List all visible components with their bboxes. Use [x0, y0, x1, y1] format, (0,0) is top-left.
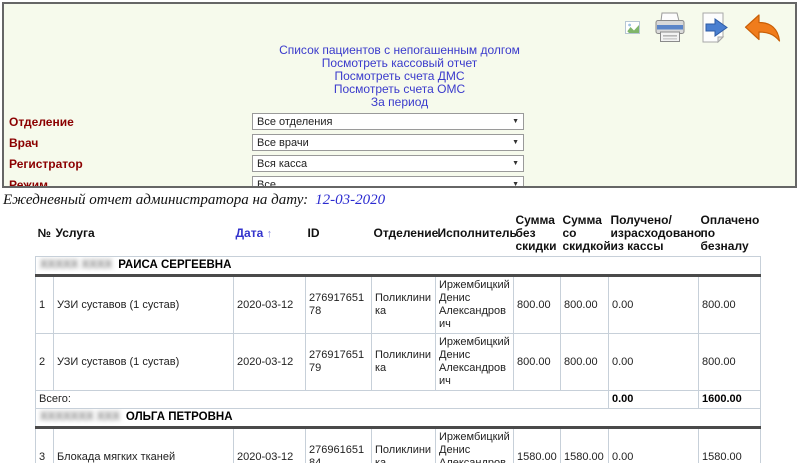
cell-department: Поликлиника — [372, 428, 436, 463]
filter-row-registrar: Регистратор Вся касса ▼ — [4, 153, 795, 174]
cell-service: УЗИ суставов (1 сустав) — [54, 334, 234, 391]
table-header-row: № Услуга Дата ↑ ID Отделение Исполнитель… — [36, 213, 761, 257]
registrar-select[interactable]: Вся касса ▼ — [252, 155, 524, 172]
col-header-performer: Исполнитель — [436, 213, 514, 257]
table-row: 1 УЗИ суставов (1 сустав) 2020-03-12 276… — [36, 276, 761, 334]
cell-date: 2020-03-12 — [234, 428, 306, 463]
report-title-text: Ежедневный отчет администратора на дату: — [3, 192, 308, 208]
filter-row-mode: Режим Все ▼ — [4, 174, 795, 188]
doctor-select[interactable]: Все врачи ▼ — [252, 134, 524, 151]
redacted-surname: ХХХХХ ХХХХ — [40, 259, 112, 271]
registrar-label: Регистратор — [9, 157, 252, 171]
cell-date: 2020-03-12 — [234, 334, 306, 391]
cell-cashless: 1580.00 — [699, 428, 761, 463]
toolbar — [625, 12, 781, 43]
export-icon[interactable] — [700, 12, 731, 43]
mode-select-value: Все — [257, 179, 512, 189]
cell-sum-no-discount: 800.00 — [514, 276, 561, 334]
department-label: Отделение — [9, 115, 252, 129]
filter-panel: Список пациентов с непогашенным долгом П… — [2, 2, 797, 188]
cell-cash: 0.00 — [609, 276, 699, 334]
sort-asc-icon: ↑ — [267, 228, 273, 240]
doctor-label: Врач — [9, 136, 252, 150]
daily-report-table: № Услуга Дата ↑ ID Отделение Исполнитель… — [35, 213, 761, 463]
col-header-department: Отделение — [372, 213, 436, 257]
chevron-down-icon: ▼ — [512, 118, 519, 125]
col-header-id: ID — [306, 213, 372, 257]
table-row: 3 Блокада мягких тканей 2020-03-12 27696… — [36, 428, 761, 463]
col-header-cash: Получено/ израсходовано из кассы — [609, 213, 699, 257]
report-links: Список пациентов с непогашенным долгом П… — [4, 44, 795, 109]
col-header-num: № — [36, 213, 54, 257]
cell-performer: Иржембицкий Денис Александрович — [436, 276, 514, 334]
patient-name: ХХХХХХХ ХХХ ОЛЬГА ПЕТРОВНА — [36, 409, 761, 428]
patient-name-visible: ОЛЬГА ПЕТРОВНА — [126, 411, 233, 423]
back-icon[interactable] — [744, 13, 781, 43]
patient-name: ХХХХХ ХХХХ РАИСА СЕРГЕЕВНА — [36, 257, 761, 276]
cell-performer: Иржембицкий Денис Александрович — [436, 334, 514, 391]
cell-id: 27691765179 — [306, 334, 372, 391]
group-total-row: Всего: 0.00 1600.00 — [36, 391, 761, 409]
cell-num: 1 — [36, 276, 54, 334]
registrar-select-value: Вся касса — [257, 158, 512, 170]
redacted-surname: ХХХХХХХ ХХХ — [40, 411, 120, 423]
chevron-down-icon: ▼ — [512, 181, 519, 188]
department-select[interactable]: Все отделения ▼ — [252, 113, 524, 130]
cell-num: 2 — [36, 334, 54, 391]
link-period[interactable]: За период — [4, 96, 795, 109]
cell-sum-no-discount: 1580.00 — [514, 428, 561, 463]
col-header-service: Услуга — [54, 213, 234, 257]
cell-id: 27696165184 — [306, 428, 372, 463]
cell-sum-with-discount: 800.00 — [561, 334, 609, 391]
filter-row-doctor: Врач Все врачи ▼ — [4, 132, 795, 153]
mode-select[interactable]: Все ▼ — [252, 176, 524, 188]
table-row: 2 УЗИ суставов (1 сустав) 2020-03-12 276… — [36, 334, 761, 391]
cell-department: Поликлиника — [372, 334, 436, 391]
doctor-select-value: Все врачи — [257, 137, 512, 149]
filters: Отделение Все отделения ▼ Врач Все врачи… — [4, 111, 795, 188]
cell-department: Поликлиника — [372, 276, 436, 334]
cell-cashless: 800.00 — [699, 276, 761, 334]
col-header-cashless: Оплачено по безналу — [699, 213, 761, 257]
filter-row-department: Отделение Все отделения ▼ — [4, 111, 795, 132]
report-date: 12-03-2020 — [315, 192, 385, 208]
col-header-sum-no-discount: Сумма без скидки — [514, 213, 561, 257]
total-label: Всего: — [36, 391, 609, 409]
cell-id: 27691765178 — [306, 276, 372, 334]
sort-date-link[interactable]: Дата — [236, 226, 264, 240]
department-select-value: Все отделения — [257, 116, 512, 128]
cell-sum-with-discount: 1580.00 — [561, 428, 609, 463]
total-cashless: 1600.00 — [699, 391, 761, 409]
patient-name-visible: РАИСА СЕРГЕЕВНА — [118, 259, 231, 271]
report-title: Ежедневный отчет администратора на дату:… — [3, 192, 800, 209]
cell-sum-no-discount: 800.00 — [514, 334, 561, 391]
cell-service: Блокада мягких тканей — [54, 428, 234, 463]
image-icon[interactable] — [625, 21, 640, 34]
cell-service: УЗИ суставов (1 сустав) — [54, 276, 234, 334]
cell-cash: 0.00 — [609, 428, 699, 463]
patient-group-row: ХХХХХХХ ХХХ ОЛЬГА ПЕТРОВНА — [36, 409, 761, 428]
col-header-sum-with-discount: Сумма со скидкой — [561, 213, 609, 257]
mode-label: Режим — [9, 178, 252, 189]
chevron-down-icon: ▼ — [512, 160, 519, 167]
cell-sum-with-discount: 800.00 — [561, 276, 609, 334]
col-header-date: Дата ↑ — [234, 213, 306, 257]
cell-performer: Иржембицкий Денис Александрович — [436, 428, 514, 463]
cell-num: 3 — [36, 428, 54, 463]
cell-cash: 0.00 — [609, 334, 699, 391]
total-cash: 0.00 — [609, 391, 699, 409]
cell-cashless: 800.00 — [699, 334, 761, 391]
cell-date: 2020-03-12 — [234, 276, 306, 334]
print-icon[interactable] — [653, 12, 687, 43]
patient-group-row: ХХХХХ ХХХХ РАИСА СЕРГЕЕВНА — [36, 257, 761, 276]
chevron-down-icon: ▼ — [512, 139, 519, 146]
